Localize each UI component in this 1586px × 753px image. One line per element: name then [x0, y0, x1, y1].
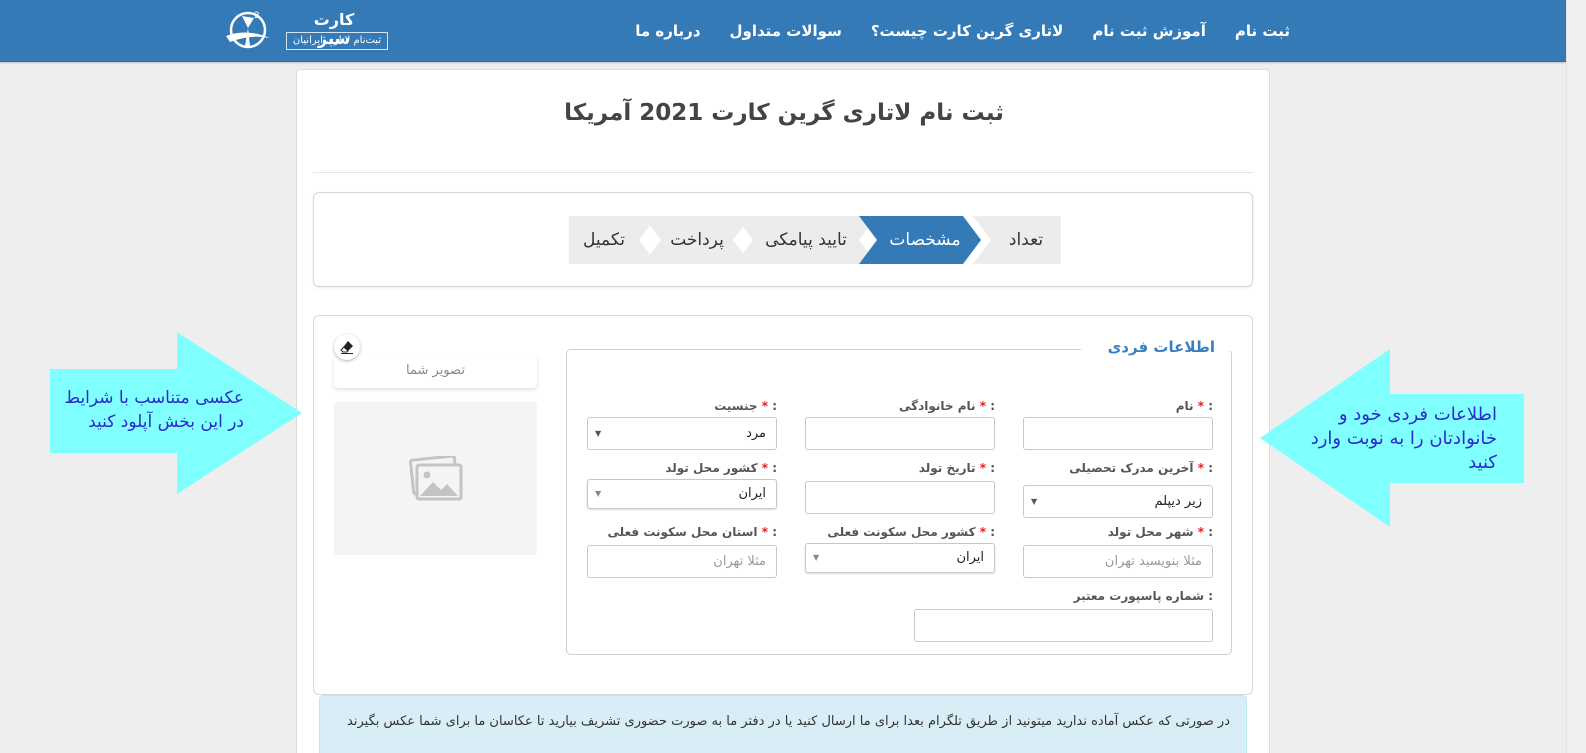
eraser-icon: [340, 341, 353, 354]
nav-link-tutorial[interactable]: آموزش ثبت نام: [1092, 22, 1206, 40]
birth-country-select[interactable]: ایران ▼: [587, 479, 777, 509]
last-name-input[interactable]: [805, 417, 995, 450]
residence-province-input[interactable]: [587, 545, 777, 578]
registration-steps: تکمیل پرداخت تایید پیامکی مشخصات تعداد: [569, 216, 1061, 264]
birth-country-label: کشور محل تولد * :: [665, 461, 777, 475]
caret-down-icon: ▼: [595, 489, 602, 498]
last-name-label: نام خانوادگی * :: [898, 399, 995, 413]
personal-info-legend: اطلاعات فردی: [1105, 338, 1217, 356]
gender-field: جنسیت * : مرد ▼: [587, 399, 777, 450]
caret-down-icon: ▼: [1031, 497, 1038, 506]
birth-city-label: شهر محل تولد * :: [1107, 525, 1213, 539]
photo-title: تصویر شما: [334, 354, 537, 388]
gender-select[interactable]: مرد ▼: [587, 417, 777, 450]
education-value: زیر دیپلم: [1154, 494, 1203, 509]
gender-value: مرد: [746, 426, 766, 441]
page-title: ثبت نام لاتاری گرین کارت 2021 آمریکا: [564, 100, 1004, 126]
scrollbar-gutter[interactable]: [1566, 0, 1586, 753]
green-card-logo-icon: 2: [226, 11, 270, 49]
first-name-label: نام * :: [1175, 399, 1213, 413]
birth-date-label: تاریخ تولد * :: [918, 461, 995, 475]
step-count[interactable]: تعداد: [973, 216, 1061, 264]
caret-down-icon: ▼: [813, 553, 820, 562]
first-name-field: نام * :: [1023, 399, 1213, 450]
brand-logo-link[interactable]: 2 کارت سبز ثبت‌نام لاتاری ایرانیان: [224, 6, 389, 54]
residence-country-value: ایران: [956, 550, 984, 565]
photo-info-alert: در صورتی که عکس آماده ندارید میتونید از …: [319, 695, 1247, 753]
birth-city-input[interactable]: [1023, 545, 1213, 578]
residence-country-field: کشور محل سکونت فعلی * : ایران ▼: [805, 525, 995, 573]
nav-link-register[interactable]: ثبت نام: [1235, 22, 1290, 40]
personal-info-callout: اطلاعات فردی خود و خانوادتان را به نوبت …: [1259, 349, 1525, 527]
photo-upload-callout: عکسی متناسب با شرایط در این بخش آپلود کن…: [50, 332, 304, 494]
nav-links: ثبت نام آموزش ثبت نام لاتاری گرین کارت چ…: [635, 0, 1290, 62]
photo-upload-area[interactable]: [334, 402, 537, 555]
birth-city-field: شهر محل تولد * :: [1023, 525, 1213, 578]
personal-info-callout-text: اطلاعات فردی خود و خانوادتان را به نوبت …: [1310, 404, 1497, 473]
first-name-input[interactable]: [1023, 417, 1213, 450]
gender-label: جنسیت * :: [714, 399, 777, 413]
image-placeholder-icon: [408, 455, 462, 500]
main-panel: ثبت نام لاتاری گرین کارت 2021 آمریکا تکم…: [296, 69, 1270, 753]
eraser-button[interactable]: [334, 334, 360, 360]
personal-info-fieldset: اطلاعات فردی نام * : نام خانوادگی * : جن…: [566, 338, 1232, 655]
birth-date-input[interactable]: [805, 481, 995, 514]
education-label: آخرین مدرک تحصیلی * :: [1069, 461, 1213, 475]
top-navbar: ثبت نام آموزش ثبت نام لاتاری گرین کارت چ…: [0, 0, 1566, 62]
brand-tagline: ثبت‌نام لاتاری ایرانیان: [286, 32, 388, 50]
passport-input[interactable]: [914, 609, 1213, 642]
education-select[interactable]: زیر دیپلم ▼: [1023, 485, 1213, 518]
title-divider: [313, 172, 1253, 173]
residence-province-field: استان محل سکونت فعلی * :: [587, 525, 777, 578]
birth-country-field: کشور محل تولد * : ایران ▼: [587, 461, 777, 509]
education-field: آخرین مدرک تحصیلی * : زیر دیپلم ▼: [1023, 461, 1213, 518]
nav-link-what-is-lottery[interactable]: لاتاری گرین کارت چیست؟: [871, 22, 1064, 40]
caret-down-icon: ▼: [595, 429, 602, 438]
birth-country-value: ایران: [738, 486, 766, 501]
residence-country-select[interactable]: ایران ▼: [805, 543, 995, 573]
last-name-field: نام خانوادگی * :: [805, 399, 995, 450]
residence-province-label: استان محل سکونت فعلی * :: [607, 525, 777, 539]
photo-upload-callout-text: عکسی متناسب با شرایط در این بخش آپلود کن…: [64, 388, 244, 432]
nav-link-faq[interactable]: سوالات متداول: [730, 22, 842, 40]
passport-label: شماره پاسپورت معتبر :: [1073, 589, 1213, 603]
passport-field: شماره پاسپورت معتبر :: [914, 589, 1213, 642]
steps-box: تکمیل پرداخت تایید پیامکی مشخصات تعداد: [313, 192, 1253, 287]
svg-text:2: 2: [254, 11, 260, 21]
form-box: تصویر شما اطلاعات فردی نام * : نام خانوا…: [313, 315, 1253, 695]
step-sms-verify[interactable]: تایید پیامکی: [735, 216, 877, 264]
nav-link-about[interactable]: درباره ما: [635, 22, 700, 40]
birth-date-field: تاریخ تولد * :: [805, 461, 995, 514]
residence-country-label: کشور محل سکونت فعلی * :: [827, 525, 995, 539]
step-details[interactable]: مشخصات: [859, 216, 981, 264]
